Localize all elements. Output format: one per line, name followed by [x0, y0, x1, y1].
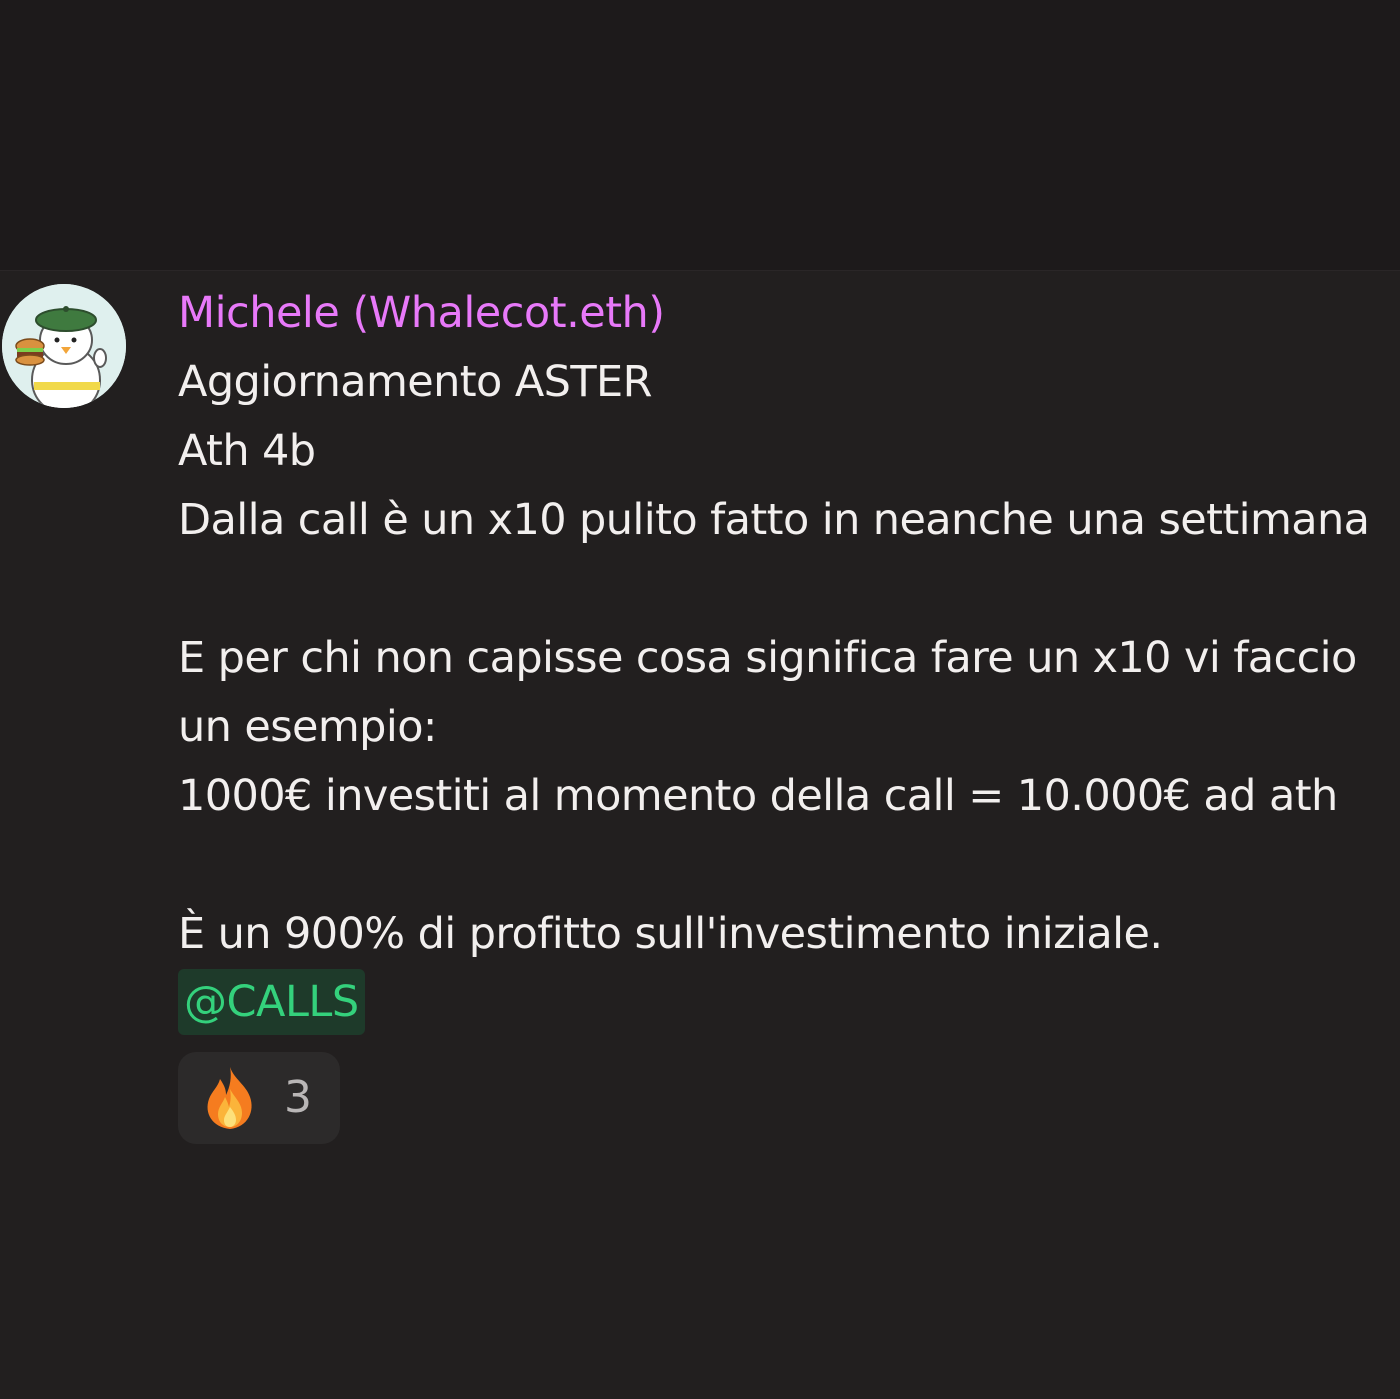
message-line: E per chi non capisse cosa significa far…: [178, 633, 1357, 683]
role-mention[interactable]: @CALLS: [178, 969, 365, 1035]
message-line: un esempio:: [178, 702, 437, 752]
message-line: 1000€ investiti al momento della call = …: [178, 771, 1338, 821]
message-line: Ath 4b: [178, 426, 316, 476]
top-background: [0, 0, 1400, 270]
author-avatar[interactable]: [2, 284, 126, 408]
penguin-chef-avatar-icon: [2, 284, 126, 408]
message-line: Aggiornamento ASTER: [178, 357, 652, 407]
author-name[interactable]: Michele (Whalecot.eth): [178, 284, 1388, 342]
message-line: Dalla call è un x10 pulito fatto in nean…: [178, 495, 1370, 545]
message-divider: [0, 270, 1400, 271]
fire-icon: [207, 1067, 252, 1129]
message-line: È un 900% di profitto sull'investimento …: [178, 909, 1163, 959]
message-content: Michele (Whalecot.eth) Aggiornamento AST…: [178, 284, 1388, 1035]
reaction-count: 3: [284, 1072, 312, 1123]
fire-reaction-button[interactable]: 3: [178, 1052, 340, 1144]
